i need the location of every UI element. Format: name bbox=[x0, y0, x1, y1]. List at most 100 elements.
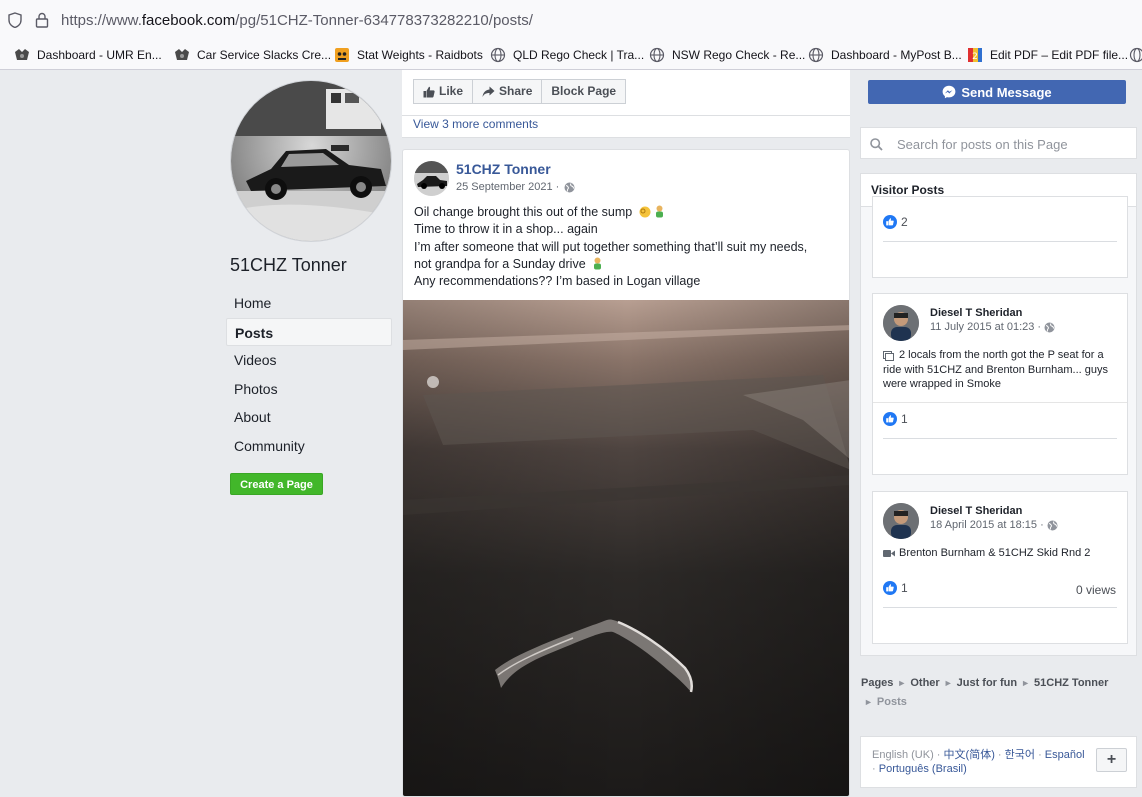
bookmark-car-service[interactable]: Car Service Slacks Cre... bbox=[174, 46, 331, 64]
language-link-portuguese[interactable]: Português (Brasil) bbox=[879, 763, 967, 775]
breadcrumb-page-name[interactable]: 51CHZ Tonner bbox=[1034, 677, 1108, 689]
visitor-post-text: Brenton Burnham & 51CHZ Skid Rnd 2 bbox=[883, 546, 1119, 561]
ok-hand-emoji-icon bbox=[639, 206, 651, 218]
visitor-post-card: 2 bbox=[872, 196, 1128, 278]
comments-strip: View 3 more comments bbox=[402, 116, 850, 138]
language-link-chinese[interactable]: 中文(简体) bbox=[944, 749, 995, 761]
page-actions: Like Share Block Page bbox=[413, 79, 627, 104]
bookmark-label: QLD Rego Check | Tra... bbox=[513, 48, 645, 62]
bookmark-label: Stat Weights - Raidbots bbox=[357, 48, 483, 62]
visitor-post-date-text: 18 April 2015 at 18:15 · bbox=[930, 519, 1044, 531]
nav-item-posts[interactable]: Posts bbox=[226, 317, 392, 347]
avatar-image bbox=[883, 305, 919, 341]
post-body: Oil change brought this out of the sump … bbox=[414, 204, 842, 290]
globe-icon bbox=[808, 47, 824, 63]
share-button[interactable]: Share bbox=[473, 79, 543, 104]
nav-item-about[interactable]: About bbox=[226, 403, 392, 432]
visitor-posts-panel: Visitor Posts 2 Diesel T Sheridan 11 Jul… bbox=[860, 173, 1137, 656]
bookmark-label: Car Service Slacks Cre... bbox=[197, 48, 332, 62]
visitor-avatar[interactable] bbox=[883, 305, 919, 341]
breadcrumb-posts[interactable]: Posts bbox=[877, 696, 907, 708]
more-languages-button[interactable]: + bbox=[1096, 748, 1127, 772]
post-photo[interactable] bbox=[403, 300, 850, 797]
visitor-avatar[interactable] bbox=[883, 503, 919, 539]
profile-photo-car bbox=[231, 81, 391, 241]
divider bbox=[883, 438, 1117, 439]
pdf-icon: 2 bbox=[968, 48, 982, 62]
bookmark-mypost[interactable]: Dashboard - MyPost B... bbox=[808, 46, 962, 64]
person-facepalm-emoji-icon bbox=[594, 257, 602, 270]
post-line: not grandpa for a Sunday drive bbox=[414, 256, 842, 273]
visitor-author-name[interactable]: Diesel T Sheridan bbox=[930, 505, 1022, 517]
bookmark-edit-pdf[interactable]: 2 Edit PDF – Edit PDF file... bbox=[967, 46, 1128, 64]
visitor-post-date[interactable]: 11 July 2015 at 01:23 · bbox=[930, 321, 1055, 333]
post-date-text: 25 September 2021 · bbox=[456, 181, 560, 193]
current-language: English (UK) bbox=[872, 749, 934, 761]
lock-icon[interactable] bbox=[35, 12, 49, 28]
thumbs-up-icon bbox=[423, 86, 435, 97]
post-line: I’m after someone that will put together… bbox=[414, 239, 808, 254]
post-line: Oil change brought this out of the sump bbox=[414, 204, 842, 221]
block-page-button[interactable]: Block Page bbox=[542, 79, 627, 104]
reaction-count[interactable]: 1 bbox=[883, 581, 908, 595]
browser-url-bar[interactable]: https://www.facebook.com/pg/51CHZ-Tonner… bbox=[0, 0, 1142, 40]
nav-item-photos[interactable]: Photos bbox=[226, 375, 392, 404]
breadcrumb-other[interactable]: Other bbox=[910, 677, 939, 689]
nav-item-videos[interactable]: Videos bbox=[226, 346, 392, 375]
language-link-spanish[interactable]: Español bbox=[1045, 749, 1085, 761]
breadcrumb-just-for-fun[interactable]: Just for fun bbox=[957, 677, 1018, 689]
like-button[interactable]: Like bbox=[413, 79, 474, 104]
view-more-comments-link[interactable]: View 3 more comments bbox=[413, 117, 538, 131]
bookmark-label: NSW Rego Check - Re... bbox=[672, 48, 806, 62]
globe-public-icon bbox=[1047, 520, 1058, 530]
create-page-button[interactable]: Create a Page bbox=[230, 473, 323, 495]
url-domain: facebook.com bbox=[141, 12, 236, 29]
language-selector: English (UK) · 中文(简体) · 한국어 · Español · P… bbox=[860, 736, 1137, 788]
avatar-car-image bbox=[414, 161, 449, 196]
bookmark-qld-rego[interactable]: QLD Rego Check | Tra... bbox=[490, 46, 644, 64]
video-camera-icon bbox=[883, 550, 895, 557]
post-line-text: Oil change brought this out of the sump bbox=[414, 205, 633, 219]
chevron-right-icon: ► bbox=[897, 678, 907, 688]
post-author-name[interactable]: 51CHZ Tonner bbox=[456, 161, 551, 177]
visitor-post-body: Brenton Burnham & 51CHZ Skid Rnd 2 bbox=[899, 547, 1091, 559]
person-facepalm-emoji-icon bbox=[655, 205, 663, 218]
search-posts-input[interactable] bbox=[897, 135, 1127, 153]
page-search-box bbox=[860, 127, 1137, 159]
search-icon bbox=[870, 138, 883, 151]
visitor-post-date-text: 11 July 2015 at 01:23 · bbox=[930, 321, 1042, 333]
view-count: 0 views bbox=[1075, 583, 1116, 597]
globe-public-icon bbox=[564, 182, 575, 192]
post-timestamp[interactable]: 25 September 2021 · bbox=[456, 181, 575, 193]
reaction-count[interactable]: 1 bbox=[883, 412, 908, 426]
globe-icon bbox=[649, 47, 665, 63]
globe-icon[interactable] bbox=[1129, 47, 1142, 63]
bookmark-raidbots[interactable]: Stat Weights - Raidbots bbox=[334, 46, 483, 64]
photo-album-icon bbox=[883, 351, 894, 361]
page-nav: Home Posts Videos Photos About Community bbox=[226, 289, 392, 461]
bookmark-umr[interactable]: Dashboard - UMR En... bbox=[14, 46, 162, 64]
nav-item-community[interactable]: Community bbox=[226, 432, 392, 461]
visitor-post-date[interactable]: 18 April 2015 at 18:15 · bbox=[930, 519, 1058, 531]
profile-picture[interactable] bbox=[230, 80, 392, 242]
send-message-button[interactable]: Send Message bbox=[868, 80, 1126, 104]
breadcrumb-pages[interactable]: Pages bbox=[861, 677, 893, 689]
like-reaction-icon bbox=[883, 215, 897, 229]
language-link-korean[interactable]: 한국어 bbox=[1005, 749, 1035, 761]
visitor-post-body: 2 locals from the north got the P seat f… bbox=[883, 349, 1109, 390]
post-author-avatar[interactable] bbox=[414, 161, 449, 196]
reaction-count[interactable]: 2 bbox=[883, 215, 908, 229]
url-text[interactable]: https://www.facebook.com/pg/51CHZ-Tonner… bbox=[61, 12, 533, 29]
shield-icon[interactable] bbox=[8, 12, 22, 28]
like-reaction-icon bbox=[883, 581, 897, 595]
chevron-right-icon: ► bbox=[864, 697, 873, 707]
like-count: 1 bbox=[901, 581, 908, 595]
post-line: Any recommendations?? I’m based in Logan… bbox=[414, 274, 701, 289]
bookmark-nsw-rego[interactable]: NSW Rego Check - Re... bbox=[649, 46, 805, 64]
visitor-posts-title: Visitor Posts bbox=[871, 183, 945, 197]
nav-item-home[interactable]: Home bbox=[226, 289, 392, 318]
globe-public-icon bbox=[1044, 322, 1055, 332]
divider bbox=[883, 607, 1117, 608]
visitor-author-name[interactable]: Diesel T Sheridan bbox=[930, 307, 1022, 319]
visitor-post-text: 2 locals from the north got the P seat f… bbox=[883, 348, 1119, 392]
